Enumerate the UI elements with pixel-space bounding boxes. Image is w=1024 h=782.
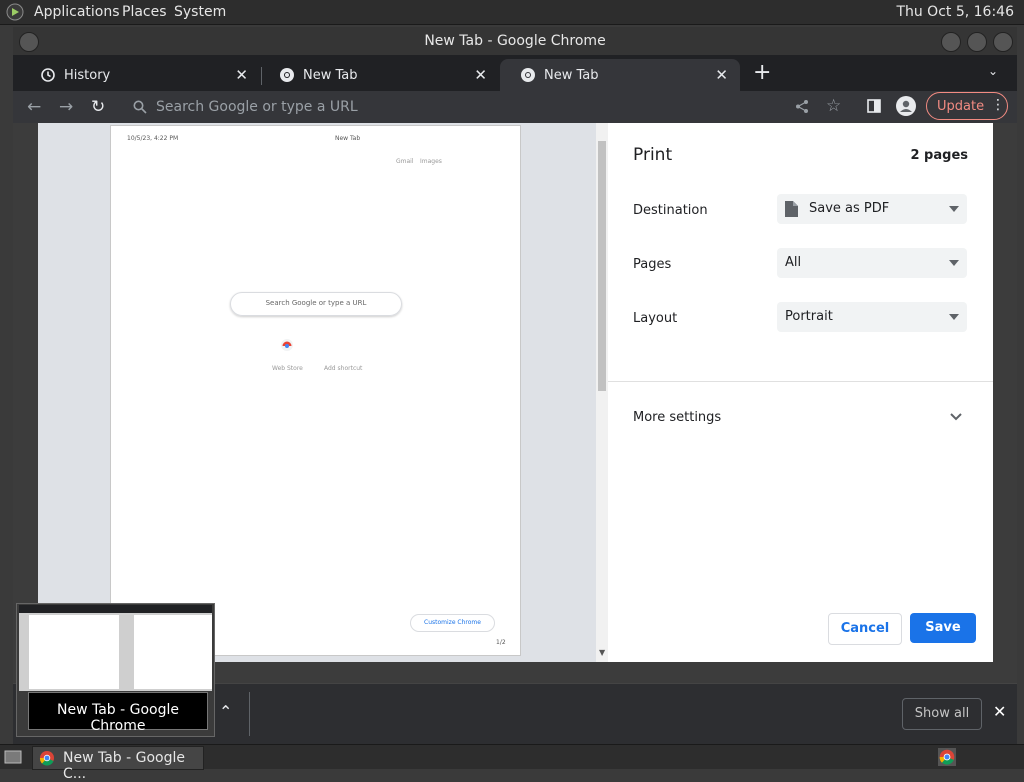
preview-header-date: 10/5/23, 4:22 PM [127, 135, 179, 142]
window-title: New Tab - Google Chrome [424, 33, 606, 49]
page-count: 2 pages [910, 148, 968, 163]
os-logo-icon[interactable] [6, 3, 24, 21]
update-button[interactable]: Update ⋮ [926, 92, 1008, 120]
thumb-panel [134, 615, 212, 689]
chevron-up-icon[interactable]: ⌃ [219, 702, 232, 721]
layout-label: Layout [633, 311, 678, 326]
preview-shortcut-add: Add shortcut [324, 365, 363, 372]
chevron-down-icon [950, 413, 962, 421]
preview-link-images: Images [420, 158, 442, 165]
tab-label: New Tab [303, 68, 358, 83]
tab-history[interactable]: History ✕ [20, 59, 260, 91]
preview-customize-button: Customize Chrome [410, 614, 495, 632]
search-icon [133, 100, 147, 114]
new-tab-plus-icon[interactable]: + [753, 60, 771, 85]
more-settings-label: More settings [633, 410, 722, 425]
side-panel-icon[interactable] [867, 99, 881, 113]
download-divider [249, 692, 250, 736]
preview-link-gmail: Gmail [396, 158, 414, 165]
print-settings-panel: Print 2 pages Destination Save as PDF Pa… [608, 123, 993, 662]
reload-icon[interactable]: ↻ [91, 97, 105, 117]
menu-applications[interactable]: Applications [34, 4, 120, 20]
show-desktop-icon[interactable] [4, 749, 22, 765]
title-bar[interactable]: New Tab - Google Chrome [13, 27, 1017, 55]
bookmark-star-icon[interactable]: ☆ [826, 96, 841, 116]
thumb-page [29, 615, 119, 689]
thumb-tabbar [19, 605, 212, 613]
preview-page-number: 1/2 [496, 639, 506, 646]
layout-value: Portrait [785, 309, 833, 324]
tab-label: New Tab [544, 68, 599, 83]
tooltip: New Tab - Google Chrome [28, 692, 208, 734]
destination-label: Destination [633, 203, 708, 218]
pages-label: Pages [633, 257, 672, 272]
print-preview-area[interactable]: 10/5/23, 4:22 PM New Tab Gmail Images Se… [38, 123, 596, 662]
taskbar-window-label: New Tab - Google C... [63, 750, 186, 782]
tab-label: History [64, 68, 111, 83]
close-tab-icon[interactable]: ✕ [715, 66, 728, 84]
show-all-button[interactable]: Show all [902, 698, 982, 730]
top-panel: Applications Places System Thu Oct 5, 16… [0, 0, 1024, 25]
dropdown-caret-icon [949, 314, 959, 320]
chrome-icon [521, 68, 535, 82]
tab-new-tab[interactable]: New Tab ✕ [259, 59, 499, 91]
dropdown-caret-icon [949, 260, 959, 266]
close-download-bar-icon[interactable]: ✕ [993, 702, 1006, 721]
pages-select[interactable]: All [777, 248, 967, 278]
save-button[interactable]: Save [910, 613, 976, 643]
preview-customize-label: Customize Chrome [424, 619, 481, 626]
destination-select[interactable]: Save as PDF [777, 194, 967, 224]
history-icon [41, 68, 55, 82]
taskbar: New Tab - Google C... [0, 744, 1024, 782]
pages-value: All [785, 255, 802, 270]
destination-value: Save as PDF [809, 201, 890, 216]
close-tab-icon[interactable]: ✕ [474, 66, 487, 84]
taskbar-window-button[interactable]: New Tab - Google C... [32, 746, 204, 782]
preview-search-placeholder: Search Google or type a URL [265, 299, 367, 307]
close-tab-icon[interactable]: ✕ [235, 66, 248, 84]
clock[interactable]: Thu Oct 5, 16:46 [896, 4, 1014, 20]
page-content: 10/5/23, 4:22 PM New Tab Gmail Images Se… [13, 123, 1017, 683]
update-label: Update [937, 99, 985, 114]
forward-arrow-icon[interactable]: → [59, 97, 73, 117]
minimize-button[interactable] [941, 32, 961, 52]
scrollbar-thumb[interactable] [598, 141, 606, 391]
preview-search-box: Search Google or type a URL [230, 292, 402, 316]
scroll-down-arrow-icon[interactable]: ▼ [599, 648, 605, 657]
tooltip-text: New Tab - Google Chrome [56, 702, 179, 734]
share-icon[interactable] [795, 99, 809, 114]
preview-header-title: New Tab [335, 135, 361, 142]
tab-search-chevron-icon[interactable]: ⌄ [988, 64, 998, 78]
dropdown-caret-icon [949, 206, 959, 212]
preview-page: 10/5/23, 4:22 PM New Tab Gmail Images Se… [110, 125, 521, 656]
maximize-button[interactable] [967, 32, 987, 52]
cancel-label: Cancel [840, 621, 890, 636]
kebab-menu-icon[interactable]: ⋮ [991, 97, 1005, 113]
preview-shortcut-web-store: Web Store [272, 365, 303, 372]
tab-strip: History ✕ New Tab ✕ New Tab ✕ + ⌄ [13, 55, 1017, 91]
preview-scrollbar[interactable]: ▼ [596, 123, 608, 662]
print-title: Print [633, 145, 673, 165]
menu-places[interactable]: Places [122, 4, 167, 20]
back-arrow-icon[interactable]: ← [27, 97, 41, 117]
toolbar: ← → ↻ Search Google or type a URL ☆ Upda… [13, 91, 1017, 123]
web-store-icon [281, 339, 293, 351]
tab-new-tab-active[interactable]: New Tab ✕ [500, 59, 740, 91]
chrome-tray-icon[interactable] [938, 748, 956, 766]
window-thumbnail-image [19, 605, 212, 691]
omnibox-placeholder: Search Google or type a URL [156, 99, 358, 115]
more-settings-toggle[interactable]: More settings [608, 393, 993, 433]
chrome-icon [280, 68, 294, 82]
profile-avatar-icon[interactable] [896, 96, 916, 116]
cancel-button[interactable]: Cancel [828, 613, 902, 645]
chrome-icon [39, 751, 54, 766]
settings-divider [608, 381, 993, 382]
document-icon [785, 201, 798, 217]
show-all-label: Show all [914, 706, 970, 721]
close-window-button[interactable] [993, 32, 1013, 52]
layout-select[interactable]: Portrait [777, 302, 967, 332]
menu-system[interactable]: System [174, 4, 226, 20]
save-label: Save [925, 620, 961, 635]
